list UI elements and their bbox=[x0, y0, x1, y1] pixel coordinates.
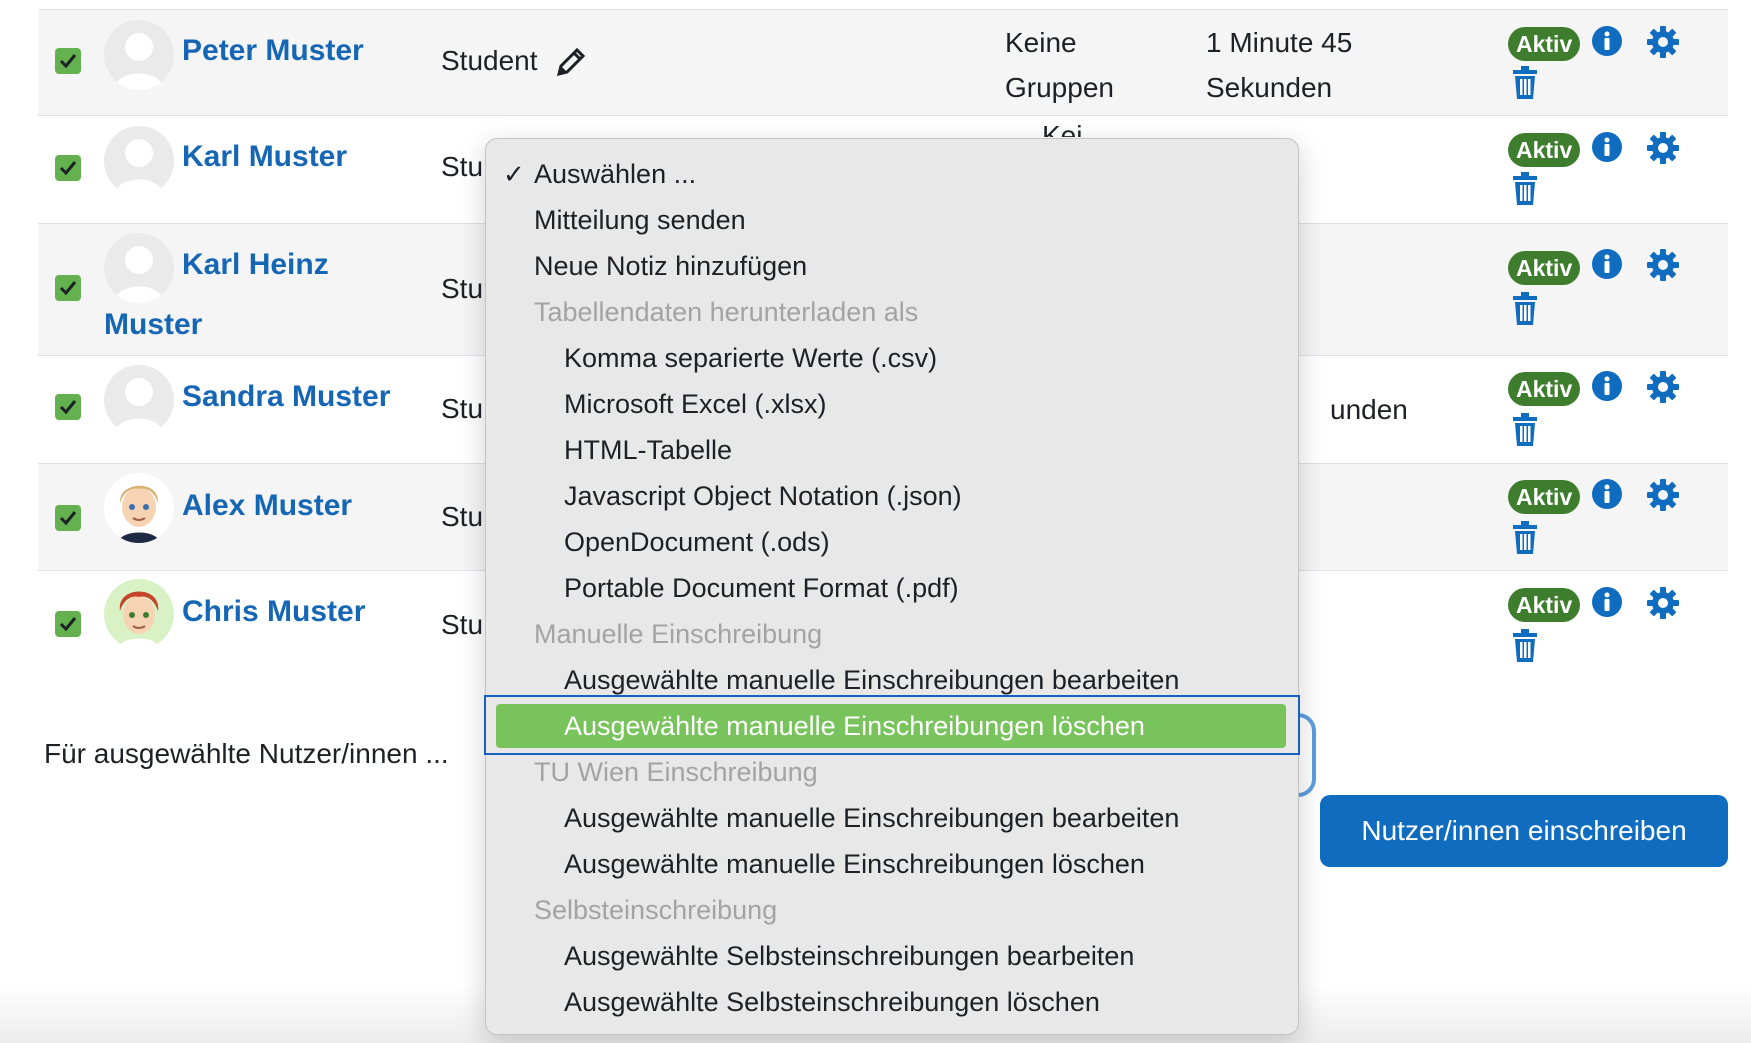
trash-icon[interactable] bbox=[1511, 413, 1539, 447]
user-name-link[interactable]: Karl Heinz bbox=[182, 248, 329, 282]
info-icon[interactable] bbox=[1591, 478, 1623, 510]
gear-icon[interactable] bbox=[1646, 586, 1680, 620]
status-badge: Aktiv bbox=[1508, 372, 1581, 406]
menu-option-json[interactable]: Javascript Object Notation (.json) bbox=[564, 476, 962, 516]
info-icon[interactable] bbox=[1591, 370, 1623, 402]
menu-group-tuwien-enrolment: TU Wien Einschreibung bbox=[534, 757, 818, 787]
menu-option-pdf[interactable]: Portable Document Format (.pdf) bbox=[564, 568, 959, 608]
menu-option-tuwien-edit[interactable]: Ausgewählte manuelle Einschreibungen bea… bbox=[564, 798, 1179, 838]
status-badge: Aktiv bbox=[1508, 27, 1581, 61]
menu-option-html[interactable]: HTML-Tabelle bbox=[564, 430, 732, 470]
group-text: Gruppen bbox=[1005, 72, 1114, 103]
info-icon[interactable] bbox=[1591, 131, 1623, 163]
avatar[interactable] bbox=[104, 126, 174, 196]
bulk-action-dropdown: ✓ Auswählen ... Mitteilung senden Neue N… bbox=[485, 138, 1299, 1035]
group-cell: Keine Gruppen bbox=[1005, 20, 1114, 110]
avatar[interactable] bbox=[104, 473, 174, 543]
user-name-link[interactable]: Chris Muster bbox=[182, 595, 365, 629]
menu-option-self-delete[interactable]: Ausgewählte Selbsteinschreibungen lösche… bbox=[564, 982, 1100, 1022]
info-icon[interactable] bbox=[1591, 248, 1623, 280]
row-checkbox[interactable] bbox=[55, 505, 81, 531]
group-text: Keine bbox=[1005, 27, 1077, 58]
menu-option-choose[interactable]: Auswählen ... bbox=[534, 154, 696, 194]
trash-icon[interactable] bbox=[1511, 172, 1539, 206]
user-name-link[interactable]: Alex Muster bbox=[182, 489, 352, 523]
trash-icon[interactable] bbox=[1511, 629, 1539, 663]
menu-group-download: Tabellendaten herunterladen als bbox=[534, 297, 919, 327]
status-badge: Aktiv bbox=[1508, 251, 1581, 285]
avatar[interactable] bbox=[104, 579, 174, 649]
row-checkbox[interactable] bbox=[55, 275, 81, 301]
table-row: Peter Muster Student Keine Gruppen 1 Min… bbox=[38, 9, 1728, 116]
checkbox-checked-icon bbox=[59, 400, 77, 415]
bulk-action-label: Für ausgewählte Nutzer/innen ... bbox=[44, 738, 449, 769]
avatar[interactable] bbox=[104, 365, 174, 435]
default-user-icon bbox=[114, 33, 164, 90]
menu-group-manual-enrolment: Manuelle Einschreibung bbox=[534, 619, 823, 649]
user-name-link[interactable]: Muster bbox=[104, 308, 202, 342]
cartoon-avatar-icon bbox=[118, 591, 160, 649]
checkbox-checked-icon bbox=[59, 281, 77, 296]
cartoon-avatar-icon bbox=[118, 485, 160, 543]
last-access-text: unden bbox=[1330, 394, 1408, 425]
menu-option-xlsx[interactable]: Microsoft Excel (.xlsx) bbox=[564, 384, 827, 424]
trash-icon[interactable] bbox=[1511, 521, 1539, 555]
menu-option-tuwien-delete[interactable]: Ausgewählte manuelle Einschreibungen lös… bbox=[564, 844, 1145, 884]
menu-option-manual-edit[interactable]: Ausgewählte manuelle Einschreibungen bea… bbox=[564, 660, 1179, 700]
trash-icon[interactable] bbox=[1511, 292, 1539, 326]
role-label: Stu bbox=[441, 609, 484, 640]
gear-icon[interactable] bbox=[1646, 478, 1680, 512]
menu-option-send-message[interactable]: Mitteilung senden bbox=[534, 200, 746, 240]
checkbox-checked-icon bbox=[59, 54, 77, 69]
info-icon[interactable] bbox=[1591, 25, 1623, 57]
trash-icon[interactable] bbox=[1511, 66, 1539, 100]
group-text: Kei bbox=[1042, 120, 1083, 137]
menu-group-self-enrolment: Selbsteinschreibung bbox=[534, 895, 778, 925]
avatar[interactable] bbox=[104, 20, 174, 90]
pencil-icon[interactable] bbox=[554, 45, 588, 79]
row-checkbox[interactable] bbox=[55, 611, 81, 637]
checkbox-checked-icon bbox=[59, 617, 77, 632]
status-badge: Aktiv bbox=[1508, 588, 1581, 622]
user-name-link[interactable]: Karl Muster bbox=[182, 140, 347, 174]
last-access-text: Sekunden bbox=[1206, 72, 1333, 103]
last-access-cell: 1 Minute 45 Sekunden bbox=[1206, 20, 1352, 110]
status-badge: Aktiv bbox=[1508, 133, 1581, 167]
row-checkbox[interactable] bbox=[55, 394, 81, 420]
info-icon[interactable] bbox=[1591, 586, 1623, 618]
role-label: Stu bbox=[441, 393, 484, 424]
menu-option-csv[interactable]: Komma separierte Werte (.csv) bbox=[564, 338, 937, 378]
last-access-cell: unden bbox=[1330, 387, 1408, 432]
menu-option-self-edit[interactable]: Ausgewählte Selbsteinschreibungen bearbe… bbox=[564, 936, 1134, 976]
gear-icon[interactable] bbox=[1646, 25, 1680, 59]
status-badge: Aktiv bbox=[1508, 480, 1581, 514]
user-name-link[interactable]: Sandra Muster bbox=[182, 380, 390, 414]
checkbox-checked-icon bbox=[59, 161, 77, 176]
default-user-icon bbox=[114, 139, 164, 196]
checkmark-icon: ✓ bbox=[503, 159, 525, 189]
role-label: Stu bbox=[441, 501, 484, 532]
role-label: Stu bbox=[441, 151, 484, 182]
default-user-icon bbox=[114, 246, 164, 303]
menu-focus-ring bbox=[484, 695, 1300, 755]
role-label: Student bbox=[441, 45, 538, 76]
role-label: Stu bbox=[441, 273, 484, 304]
gear-icon[interactable] bbox=[1646, 131, 1680, 165]
menu-option-add-note[interactable]: Neue Notiz hinzufügen bbox=[534, 246, 807, 286]
user-name-link[interactable]: Peter Muster bbox=[182, 34, 364, 68]
row-checkbox[interactable] bbox=[55, 48, 81, 74]
menu-option-ods[interactable]: OpenDocument (.ods) bbox=[564, 522, 830, 562]
gear-icon[interactable] bbox=[1646, 370, 1680, 404]
checkbox-checked-icon bbox=[59, 511, 77, 526]
gear-icon[interactable] bbox=[1646, 248, 1680, 282]
avatar[interactable] bbox=[104, 233, 174, 303]
enrol-users-button[interactable]: Nutzer/innen einschreiben bbox=[1320, 795, 1728, 867]
last-access-text: 1 Minute 45 bbox=[1206, 27, 1353, 58]
row-checkbox[interactable] bbox=[55, 155, 81, 181]
group-cell: Kei bbox=[1042, 113, 1082, 137]
default-user-icon bbox=[114, 378, 164, 435]
